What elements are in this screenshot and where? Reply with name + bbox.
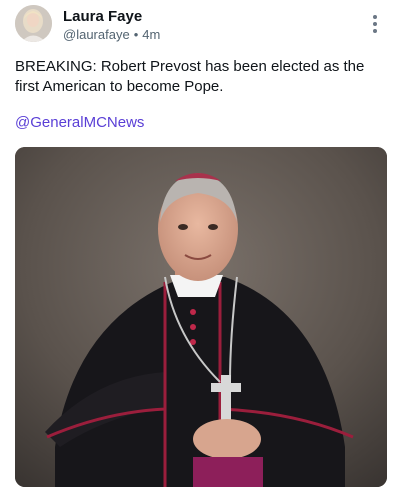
avatar[interactable]: [15, 5, 52, 42]
post-card: Laura Faye @laurafaye • 4m BREAKING: Rober…: [0, 0, 402, 500]
post-timestamp[interactable]: 4m: [142, 27, 160, 42]
pope-portrait-image: [15, 147, 387, 487]
author-meta: @laurafaye • 4m: [63, 27, 160, 42]
avatar-photo: [15, 5, 52, 42]
mention-link[interactable]: @GeneralMCNews: [15, 113, 144, 133]
post-text: BREAKING: Robert Prevost has been electe…: [15, 58, 365, 95]
author-handle[interactable]: @laurafaye: [63, 27, 130, 42]
author-name[interactable]: Laura Faye: [63, 8, 142, 25]
post-header: Laura Faye @laurafaye • 4m: [15, 5, 387, 45]
meta-separator: •: [133, 27, 139, 42]
post-image[interactable]: [15, 147, 387, 487]
more-options-icon[interactable]: [367, 13, 383, 35]
